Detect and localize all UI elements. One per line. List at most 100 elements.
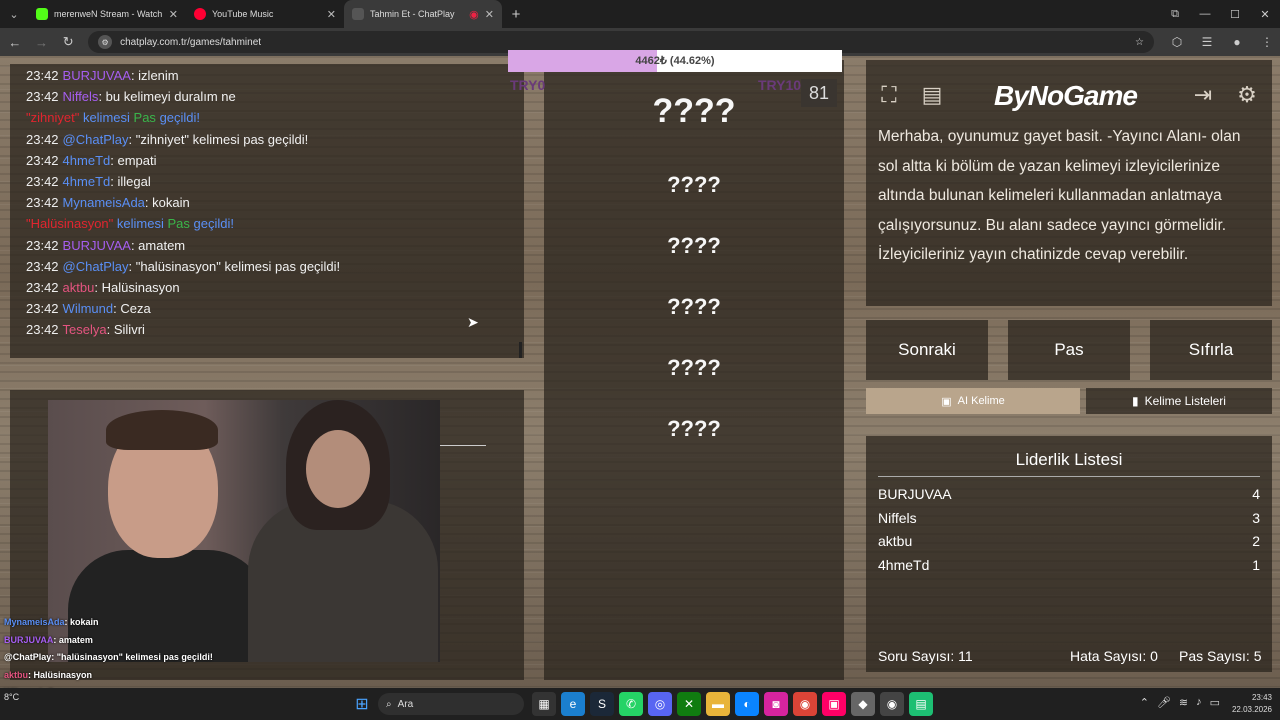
close-window-icon[interactable]: ✕ — [1250, 0, 1280, 28]
clock-time: 23:43 — [1251, 693, 1272, 702]
settings-gear-icon[interactable]: ⚙ — [1230, 78, 1264, 112]
mic-icon[interactable]: 🎤︎ — [1157, 696, 1171, 709]
message-username[interactable]: @ChatPlay — [63, 132, 129, 147]
system-message: "zihniyet" kelimesi Pas geçildi! — [26, 110, 200, 125]
close-icon[interactable]: ✕ — [485, 8, 494, 21]
tab-title: YouTube Music — [212, 9, 274, 19]
overlay-chat-line: BURJUVAA: amatem — [4, 635, 93, 645]
whatsapp-icon[interactable]: ✆ — [619, 692, 643, 716]
player-score: 1 — [1252, 557, 1260, 574]
word-lists-button[interactable]: ▮ Kelime Listeleri — [1086, 388, 1272, 414]
message-time: 23:42 — [26, 152, 59, 168]
windows-taskbar: 8°C ⊞ ⌕ Ara ▦ e S ✆ ◎ ✕ ▬ ◐ ◙ ◉ ▣ ◆ ◉ ▤ … — [0, 688, 1280, 720]
message-username[interactable]: Niffels — [63, 89, 99, 104]
tab-search-icon[interactable]: ⌄ — [0, 0, 28, 28]
minimize-icon[interactable]: — — [1190, 0, 1220, 28]
message-username[interactable]: Wilmund — [63, 301, 114, 316]
message-username[interactable]: 4hmeTd — [63, 174, 111, 189]
app-icon[interactable]: ▤ — [909, 692, 933, 716]
chrome-active-icon[interactable]: ◉ — [880, 692, 904, 716]
windows-start-icon[interactable]: ⊞ — [352, 694, 372, 714]
browser-icon[interactable]: ◐ — [735, 692, 759, 716]
timer-counter: 81 — [801, 79, 837, 107]
overlay-username: aktbu — [4, 669, 29, 680]
profile-icon[interactable]: ⧉ — [1160, 0, 1190, 28]
message-username[interactable]: MynameisAda — [63, 195, 145, 210]
chat-message: 23:42 MynameisAda: kokain — [26, 195, 190, 211]
message-text: Ceza — [120, 301, 151, 317]
system-message-part: Pas — [133, 110, 156, 126]
divider — [440, 445, 486, 446]
message-time: 23:42 — [26, 89, 59, 105]
overlay-username: MynameisAda — [4, 617, 65, 627]
message-username[interactable]: BURJUVAA — [63, 68, 131, 83]
menu-icon[interactable]: ⋮ — [1254, 30, 1280, 54]
edge-icon[interactable]: e — [561, 692, 585, 716]
tab-kick[interactable]: merenweN Stream - Watch Live ✕ — [28, 0, 186, 28]
pass-button[interactable]: Pas — [1008, 320, 1130, 380]
site-info-icon[interactable]: ⚙ — [98, 35, 113, 49]
question-count: Soru Sayısı: 11 — [878, 648, 973, 664]
message-username[interactable]: Teselya — [63, 322, 107, 337]
xbox-icon[interactable]: ✕ — [677, 692, 701, 716]
close-icon[interactable]: ✕ — [327, 8, 336, 21]
goal-progress-bar: 4462₺ (44.62%) — [508, 50, 842, 72]
notes-icon[interactable]: ▤ — [915, 78, 949, 112]
reload-icon[interactable]: ↻ — [56, 30, 80, 54]
bookmark-star-icon[interactable]: ☆ — [1135, 37, 1144, 48]
message-time: 23:42 — [26, 68, 59, 83]
tab-youtube-music[interactable]: YouTube Music ✕ — [186, 0, 344, 28]
message-username[interactable]: BURJUVAA — [63, 238, 131, 253]
overlay-username: @ChatPlay — [4, 652, 52, 663]
leaderboard-title: Liderlik Listesi — [878, 450, 1260, 477]
folder-icon[interactable]: ▬ — [706, 692, 730, 716]
message-time: 23:42 — [26, 280, 59, 295]
message-username[interactable]: aktbu — [63, 280, 95, 295]
weather-widget[interactable]: 8°C — [4, 692, 19, 702]
instagram-icon[interactable]: ◙ — [764, 692, 788, 716]
system-message-part: "zihniyet" — [26, 110, 80, 126]
tab-chatplay[interactable]: Tahmin Et - ChatPlay ◉ ✕ — [344, 0, 502, 28]
discord-icon[interactable]: ◎ — [648, 692, 672, 716]
new-tab-button[interactable]: + — [502, 6, 530, 23]
extensions-icon[interactable]: ⬡ — [1164, 30, 1190, 54]
player-name: BURJUVAA — [878, 486, 952, 502]
player-name: 4hmeTd — [878, 557, 930, 574]
leaderboard-row: aktbu 2 — [878, 533, 1260, 549]
clock[interactable]: 23:43 22.03.2026 — [1232, 692, 1272, 716]
app-icon[interactable]: ◆ — [851, 692, 875, 716]
taskbar-search[interactable]: ⌕ Ara — [378, 693, 524, 715]
ai-word-button[interactable]: ▣ AI Kelime — [866, 388, 1080, 414]
back-icon[interactable]: ← — [3, 30, 27, 54]
chrome-icon[interactable]: ◉ — [793, 692, 817, 716]
steam-icon[interactable]: S — [590, 692, 614, 716]
window-controls: ⧉ — ☐ ✕ — [1160, 0, 1280, 28]
profile-avatar-icon[interactable]: ● — [1224, 30, 1250, 54]
message-time: 23:42 — [26, 258, 59, 274]
close-icon[interactable]: ✕ — [169, 8, 178, 21]
ai-word-label: AI Kelime — [957, 395, 1005, 407]
message-username[interactable]: 4hmeTd — [63, 153, 111, 168]
next-button[interactable]: Sonraki — [866, 320, 988, 380]
reset-button[interactable]: Sıfırla — [1150, 320, 1272, 380]
battery-icon[interactable]: ▭ — [1210, 696, 1220, 709]
chevron-up-icon[interactable]: ⌃ — [1140, 696, 1149, 709]
guest-face — [306, 430, 370, 508]
fullscreen-icon[interactable]: ⛶ — [872, 78, 906, 112]
maximize-icon[interactable]: ☐ — [1220, 0, 1250, 28]
recording-icon: ◉ — [469, 8, 479, 21]
volume-icon[interactable]: ♪ — [1196, 696, 1202, 709]
reading-list-icon[interactable]: ☰ — [1194, 30, 1220, 54]
forward-icon[interactable]: → — [30, 30, 54, 54]
app-icon[interactable]: ▣ — [822, 692, 846, 716]
pass-count: Pas Sayısı: 5 — [1179, 648, 1262, 664]
message-text: izlenim — [138, 68, 179, 83]
youtube-music-icon — [194, 8, 206, 20]
message-username[interactable]: @ChatPlay — [63, 259, 129, 274]
logout-icon[interactable]: ⇥ — [1186, 78, 1220, 112]
overlay-chat-line: aktbu: Halüsinasyon — [4, 670, 92, 680]
search-icon: ⌕ — [386, 698, 392, 710]
task-view-icon[interactable]: ▦ — [532, 692, 556, 716]
url-text: chatplay.com.tr/games/tahminet — [120, 36, 262, 48]
wifi-icon[interactable]: ≋ — [1179, 696, 1188, 709]
